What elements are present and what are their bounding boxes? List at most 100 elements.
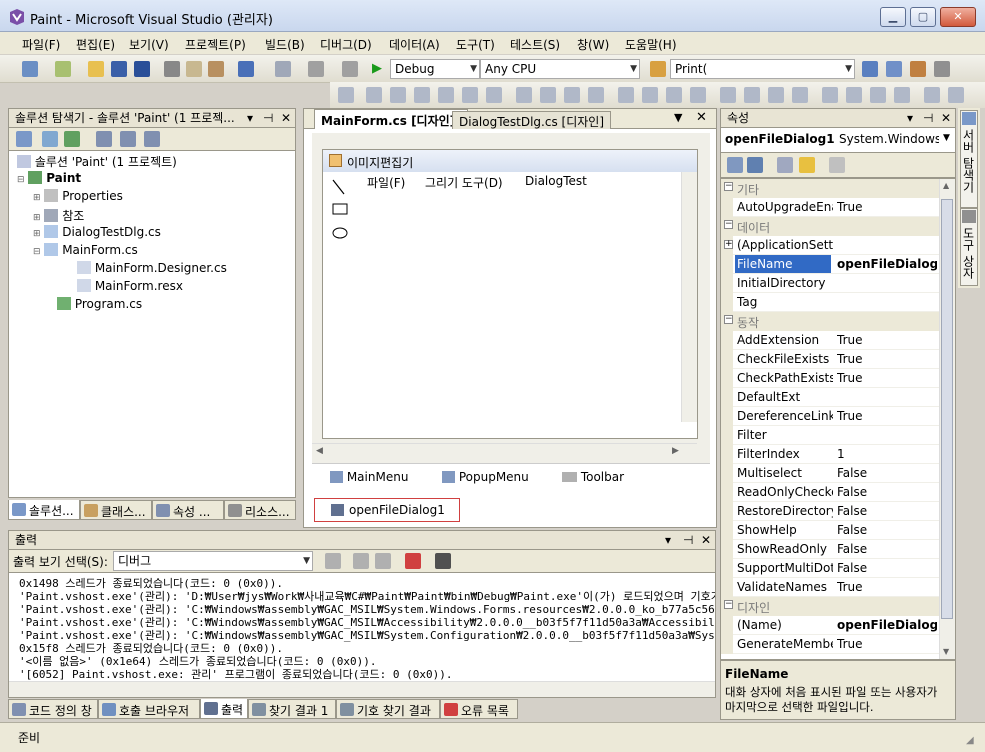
menu-view[interactable]: 보기(V) [129, 36, 169, 53]
tab-class-view[interactable]: 클래스... [80, 500, 152, 520]
property-row[interactable]: GenerateMember True [721, 635, 939, 654]
property-value[interactable]: openFileDialog1 [837, 257, 937, 271]
align-lefts-icon[interactable] [366, 87, 382, 103]
undo-icon[interactable] [238, 61, 254, 77]
prev-message-icon[interactable] [353, 553, 369, 569]
pin-icon[interactable]: ⊣ [683, 533, 693, 548]
tree-item-solution[interactable]: 솔루션 'Paint' (1 프로젝트) [17, 153, 177, 170]
events-icon[interactable] [799, 157, 815, 173]
navigate-back-icon[interactable] [308, 61, 324, 77]
dropdown-arrow-icon[interactable]: ▾ [247, 111, 253, 126]
horizontal-spacing-icon[interactable] [618, 87, 634, 103]
collapse-icon[interactable]: − [724, 182, 733, 191]
align-rights-icon[interactable] [414, 87, 430, 103]
next-message-icon[interactable] [375, 553, 391, 569]
pin-icon[interactable]: ⊣ [263, 111, 273, 126]
tab-find-results[interactable]: 찾기 결과 1 [248, 699, 336, 719]
tree-item-references[interactable]: ⊞ 참조 [33, 207, 84, 224]
tray-toolbar[interactable]: Toolbar [562, 470, 624, 484]
property-value[interactable]: True [837, 352, 937, 366]
property-category[interactable]: − 데이터 [721, 217, 939, 236]
close-document-icon[interactable]: ✕ [696, 110, 707, 125]
menu-help[interactable]: 도움말(H) [625, 36, 677, 53]
bring-to-front-icon[interactable] [870, 87, 886, 103]
save-icon[interactable] [111, 61, 127, 77]
property-row[interactable]: SupportMultiDott False [721, 559, 939, 578]
clear-all-icon[interactable] [405, 553, 421, 569]
make-same-width-icon[interactable] [516, 87, 532, 103]
tab-solution-explorer[interactable]: 솔루션... [8, 500, 80, 520]
property-row[interactable]: FileName openFileDialog1 [721, 255, 939, 274]
configuration-combo[interactable]: Debug ▼ [390, 59, 480, 79]
expand-icon[interactable]: ⊞ [33, 229, 41, 239]
menu-tools[interactable]: 도구(T) [456, 36, 495, 53]
tab-mainform-designer[interactable]: MainForm.cs [디자인]* [314, 109, 469, 129]
tree-item-mainform-resx[interactable]: MainForm.resx [77, 279, 183, 293]
tab-list-dropdown-icon[interactable]: ▼ [674, 111, 682, 124]
close-icon[interactable]: ✕ [941, 111, 951, 126]
add-item-icon[interactable] [55, 61, 71, 77]
property-pages-icon[interactable] [829, 157, 845, 173]
make-same-height-icon[interactable] [540, 87, 556, 103]
scroll-right-icon[interactable]: ▶ [672, 446, 679, 456]
form-menu-draw-tools[interactable]: 그리기 도구(D) [425, 174, 503, 191]
output-horizontal-scrollbar[interactable] [9, 681, 715, 697]
form-menu-dialogtest[interactable]: DialogTest [525, 174, 587, 188]
size-to-grid-icon[interactable] [588, 87, 604, 103]
form-window[interactable]: 이미지편집기 파일(F) 그리기 도구(D) DialogTest [322, 149, 698, 439]
menu-project[interactable]: 프로젝트(P) [185, 36, 246, 53]
expand-icon[interactable]: ⊞ [33, 193, 41, 203]
view-code-icon[interactable] [96, 131, 112, 147]
redo-icon[interactable] [275, 61, 291, 77]
categorized-icon[interactable] [727, 157, 743, 173]
property-row[interactable]: CheckPathExists True [721, 369, 939, 388]
align-middles-icon[interactable] [462, 87, 478, 103]
tab-code-definition[interactable]: 코드 정의 창 [8, 699, 98, 719]
property-grid-scrollbar[interactable]: ▲ ▼ [939, 179, 955, 659]
property-row[interactable]: + (ApplicationSettir [721, 236, 939, 255]
scroll-up-icon[interactable]: ▲ [943, 181, 949, 190]
property-row[interactable]: ShowReadOnly False [721, 540, 939, 559]
property-row[interactable]: DereferenceLinks True [721, 407, 939, 426]
lock-controls-icon[interactable] [948, 87, 964, 103]
make-same-size-icon[interactable] [564, 87, 580, 103]
collapse-icon[interactable]: − [724, 315, 733, 324]
scroll-thumb[interactable] [941, 199, 953, 619]
menu-build[interactable]: 빌드(B) [265, 36, 305, 53]
property-row[interactable]: ReadOnlyChecked False [721, 483, 939, 502]
property-row[interactable]: AddExtension True [721, 331, 939, 350]
view-designer-icon[interactable] [120, 131, 136, 147]
send-to-back-icon[interactable] [894, 87, 910, 103]
save-all-icon[interactable] [134, 61, 150, 77]
class-diagram-icon[interactable] [144, 131, 160, 147]
find-message-icon[interactable] [325, 553, 341, 569]
scroll-left-icon[interactable]: ◀ [316, 446, 323, 456]
property-value[interactable]: False [837, 504, 937, 518]
copy-icon[interactable] [186, 61, 202, 77]
output-text[interactable]: 0x1498 스레드가 종료되었습니다(코드: 0 (0x0)). 'Paint… [8, 572, 716, 698]
tab-order-icon[interactable] [924, 87, 940, 103]
solution-explorer-icon[interactable] [862, 61, 878, 77]
collapse-icon[interactable]: − [724, 220, 733, 229]
tab-dialogtestdlg-designer[interactable]: DialogTestDlg.cs [디자인] [452, 111, 612, 129]
property-value[interactable]: 1 [837, 447, 937, 461]
close-icon[interactable]: ✕ [281, 111, 291, 126]
align-bottoms-icon[interactable] [486, 87, 502, 103]
word-wrap-icon[interactable] [435, 553, 451, 569]
object-selector[interactable]: openFileDialog1 System.Windows.Forr ▼ [720, 128, 956, 152]
property-row[interactable]: ShowHelp False [721, 521, 939, 540]
tab-output[interactable]: 출력 [200, 699, 248, 719]
center-horizontally-icon[interactable] [822, 87, 838, 103]
property-category[interactable]: − 기타 [721, 179, 939, 198]
increase-vspacing-icon[interactable] [744, 87, 760, 103]
form-vertical-scrollbar[interactable] [681, 172, 697, 422]
object-browser-icon[interactable] [910, 61, 926, 77]
menu-data[interactable]: 데이터(A) [389, 36, 440, 53]
property-value[interactable]: True [837, 371, 937, 385]
property-row[interactable]: Tag [721, 293, 939, 312]
resize-grip-icon[interactable]: ◢ [966, 735, 974, 746]
tree-item-project[interactable]: ⊟ Paint [17, 171, 81, 185]
expand-icon[interactable]: + [724, 240, 733, 249]
toolbox-icon[interactable] [934, 61, 950, 77]
expand-icon[interactable]: ⊞ [33, 213, 41, 223]
